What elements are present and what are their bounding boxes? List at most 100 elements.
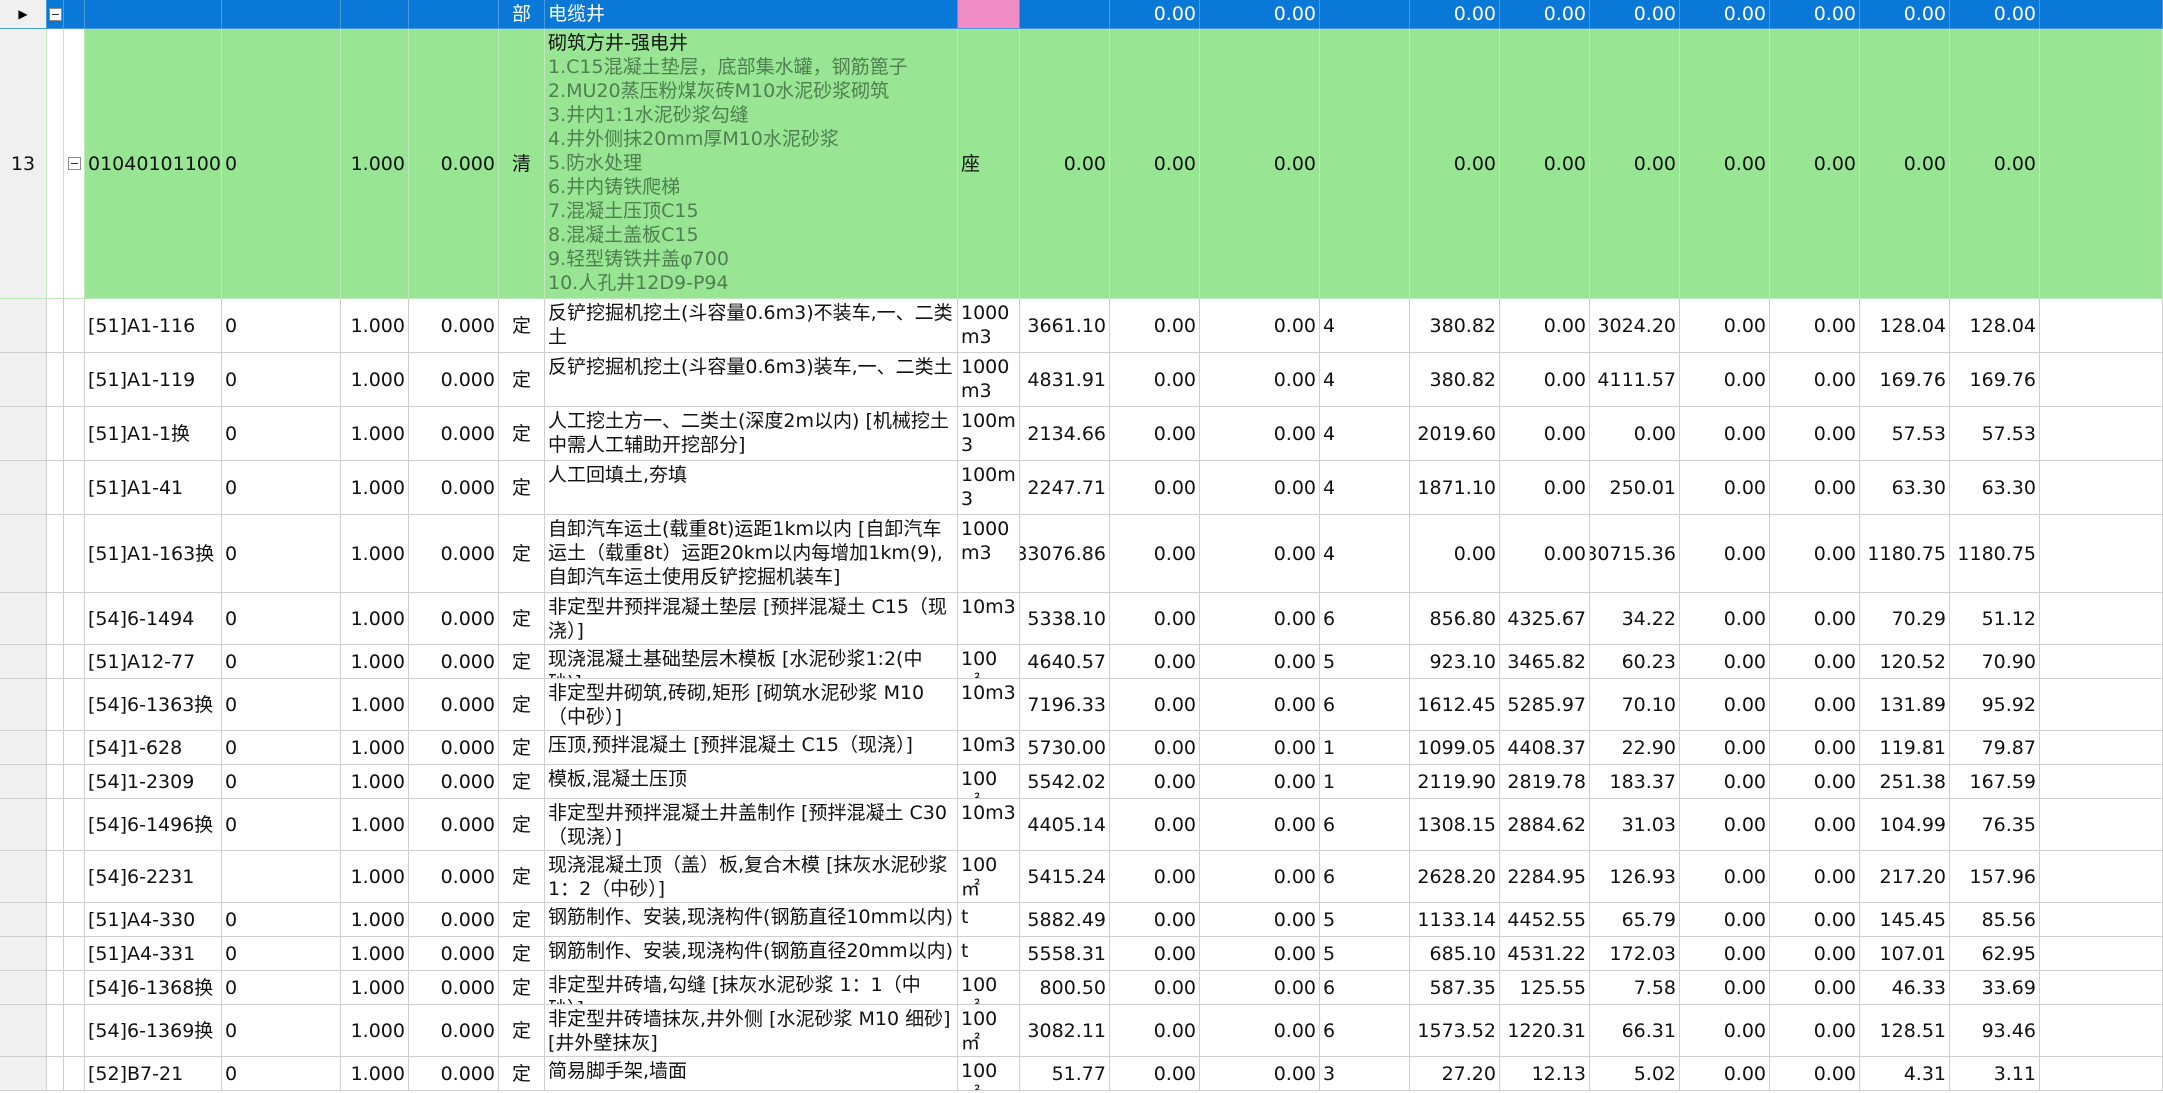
quota-row[interactable]: [54]6-1368换 0 1.000 0.000 定非定型井砖墙,勾缝 [抹灰水泥砂浆… [0, 971, 2163, 1005]
quota-code[interactable]: [54]6-1369换 [85, 1005, 222, 1057]
quantity[interactable]: 1.000 [341, 799, 409, 851]
labor-cost: 923.10 [1410, 645, 1500, 679]
collapse-icon[interactable] [67, 157, 81, 170]
quota-code[interactable]: [54]1-2309 [85, 765, 222, 799]
quota-row[interactable]: [51]A4-330 0 1.000 0.000 定钢筋制作、安装,现浇构件(钢筋直径1… [0, 903, 2163, 937]
quota-code[interactable]: [54]6-1496换 [85, 799, 222, 851]
quantity[interactable]: 1.000 [341, 937, 409, 971]
unit: 1000 m3 [958, 353, 1020, 407]
quota-row[interactable]: [51]A1-41 0 1.000 0.000 定人工回填土,夯填 100m 3 2247.… [0, 461, 2163, 515]
quota-row[interactable]: [54]1-230901.0000.000定模板,混凝土压顶100㎡5542.0… [0, 765, 2163, 799]
bill-item-row[interactable]: 13 010401011001 0 1.000 0.000 清砌筑方井-强电井 1.C15混… [0, 29, 2163, 299]
quota-description[interactable]: 现浇混凝土顶（盖）板,复合木模 [抹灰水泥砂浆 1：2（中砂）] [545, 851, 958, 903]
value-2: 0.00 [1200, 299, 1320, 353]
quota-description[interactable]: 自卸汽车运土(载重8t)运距1km以内 [自卸汽车运土（载重8t）运距20km以… [545, 515, 958, 593]
section-header-row[interactable]: ▶ 部电缆井 0.00 0.00 0.00 0.00 0.00 0.00 0.00 0.00 0.0… [0, 0, 2163, 29]
row-pointer-icon: ▶ [18, 7, 28, 21]
quota-description[interactable]: 反铲挖掘机挖土(斗容量0.6m3)不装车,一、二类土 [545, 299, 958, 353]
material-cost: 4531.22 [1500, 937, 1590, 971]
management-fee: 131.89 [1860, 679, 1950, 731]
quantity[interactable]: 1.000 [341, 679, 409, 731]
quota-row[interactable]: [54]6-2231 1.000 0.000 定现浇混凝土顶（盖）板,复合木模 [抹灰… [0, 851, 2163, 903]
quota-row[interactable]: [54]6-1494 0 1.000 0.000 定非定型井预拌混凝土垫层 [预拌混凝土… [0, 593, 2163, 645]
quota-code[interactable]: [51]A12-77 [85, 645, 222, 679]
quota-code[interactable]: [51]A1-1换 [85, 407, 222, 461]
quota-code[interactable]: [51]A1-163换 [85, 515, 222, 593]
quantity[interactable]: 1.000 [341, 461, 409, 515]
row-number [0, 903, 47, 937]
quota-description[interactable]: 现浇混凝土基础垫层木模板 [水泥砂浆1:2(中砂)] [545, 645, 958, 679]
quota-description[interactable]: 非定型井砖墙,勾缝 [抹灰水泥砂浆 1：1（中砂）] [545, 971, 958, 1005]
col-flag: 0 [222, 515, 341, 593]
quantity[interactable]: 1.000 [341, 731, 409, 765]
item-type: 定 [499, 353, 545, 407]
quota-code[interactable]: [54]6-1368换 [85, 971, 222, 1005]
quota-code[interactable]: [51]A4-330 [85, 903, 222, 937]
quantity[interactable]: 1.000 [341, 645, 409, 679]
quota-code[interactable]: [51]A1-41 [85, 461, 222, 515]
quantity[interactable]: 1.000 [341, 1057, 409, 1091]
machine-cost: 0.00 [1590, 407, 1680, 461]
quantity[interactable]: 1.000 [341, 353, 409, 407]
quota-code[interactable]: [52]B7-21 [85, 1057, 222, 1091]
quota-row[interactable]: [51]A12-77 0 1.000 0.000 定现浇混凝土基础垫层木模板 [水泥砂浆… [0, 645, 2163, 679]
tree-indent [47, 593, 64, 645]
quota-description[interactable]: 反铲挖掘机挖土(斗容量0.6m3)装车,一、二类土 [545, 353, 958, 407]
quantity[interactable]: 1.000 [341, 903, 409, 937]
quota-description[interactable]: 非定型井预拌混凝土垫层 [预拌混凝土 C15（现浇）] [545, 593, 958, 645]
quantity[interactable]: 1.000 [341, 29, 409, 299]
item-code[interactable]: 010401011001 [85, 29, 222, 299]
quota-description[interactable]: 模板,混凝土压顶 [545, 765, 958, 799]
quota-code[interactable]: [51]A4-331 [85, 937, 222, 971]
tree-indent [47, 299, 64, 353]
quota-description[interactable]: 压顶,预拌混凝土 [预拌混凝土 C15（现浇）] [545, 731, 958, 765]
quota-code[interactable]: [54]6-2231 [85, 851, 222, 903]
quantity[interactable]: 1.000 [341, 765, 409, 799]
quota-row[interactable]: [51]A1-1换 0 1.000 0.000 定人工挖土方一、二类土(深度2m以内) … [0, 407, 2163, 461]
quota-row[interactable]: [51]A1-163换 0 1.000 0.000 定自卸汽车运土(载重8t)运距1km… [0, 515, 2163, 593]
collapse-toggle[interactable] [64, 29, 85, 299]
quota-code[interactable]: [51]A1-119 [85, 353, 222, 407]
quota-description[interactable]: 非定型井预拌混凝土井盖制作 [预拌混凝土 C30（现浇）] [545, 799, 958, 851]
collapse-icon[interactable] [48, 7, 62, 21]
unit-price: 800.50 [1020, 971, 1110, 1005]
quota-description[interactable]: 钢筋制作、安装,现浇构件(钢筋直径20mm以内) [545, 937, 958, 971]
quota-code[interactable]: [54]1-628 [85, 731, 222, 765]
value-6: 0.00 [1680, 937, 1770, 971]
quota-code[interactable]: [51]A1-116 [85, 299, 222, 353]
col-quantity2: 0.000 [409, 731, 499, 765]
quota-description[interactable]: 简易脚手架,墙面 [545, 1057, 958, 1091]
quota-row[interactable]: [54]6-1496换 0 1.000 0.000 定非定型井预拌混凝土井盖制作 [预拌… [0, 799, 2163, 851]
quantity[interactable]: 1.000 [341, 1005, 409, 1057]
profit: 33.69 [1950, 971, 2040, 1005]
quota-code[interactable]: [54]6-1494 [85, 593, 222, 645]
col-flag: 0 [222, 353, 341, 407]
quantity[interactable]: 1.000 [341, 851, 409, 903]
quota-description[interactable]: 非定型井砖墙抹灰,井外侧 [水泥砂浆 M10 细砂] [井外壁抹灰] [545, 1005, 958, 1057]
quota-row[interactable]: [51]A1-116 0 1.000 0.000 定反铲挖掘机挖土(斗容量0.6m3)不… [0, 299, 2163, 353]
material-cost: 3465.82 [1500, 645, 1590, 679]
quantity[interactable]: 1.000 [341, 971, 409, 1005]
category-code: 5 [1320, 645, 1410, 679]
quantity[interactable]: 1.000 [341, 515, 409, 593]
quota-code[interactable]: [54]6-1363换 [85, 679, 222, 731]
quota-description[interactable]: 非定型井砌筑,砖砌,矩形 [砌筑水泥砂浆 M10（中砂）] [545, 679, 958, 731]
quota-row[interactable]: [51]A1-119 0 1.000 0.000 定反铲挖掘机挖土(斗容量0.6m3)装… [0, 353, 2163, 407]
quota-description[interactable]: 钢筋制作、安装,现浇构件(钢筋直径10mm以内) [545, 903, 958, 937]
quantity[interactable]: 1.000 [341, 407, 409, 461]
management-fee: 104.99 [1860, 799, 1950, 851]
item-description[interactable]: 砌筑方井-强电井 1.C15混凝土垫层，底部集水罐，钢筋篦子 2.MU20蒸压粉煤灰… [545, 29, 958, 299]
blank-cell [2040, 593, 2163, 645]
quota-row[interactable]: [54]1-628 0 1.000 0.000 定压顶,预拌混凝土 [预拌混凝土 C15… [0, 731, 2163, 765]
quota-row[interactable]: [52]B7-2101.0000.000定简易脚手架,墙面100㎡51.770.… [0, 1057, 2163, 1091]
header-blank-cell [85, 0, 222, 29]
quota-row[interactable]: [54]6-1363换 0 1.000 0.000 定非定型井砌筑,砖砌,矩形 [砌筑水… [0, 679, 2163, 731]
machine-cost: 30715.36 [1590, 515, 1680, 593]
quota-row[interactable]: [51]A4-331 0 1.000 0.000 定钢筋制作、安装,现浇构件(钢筋直径2… [0, 937, 2163, 971]
quantity[interactable]: 1.000 [341, 299, 409, 353]
quota-row[interactable]: [54]6-1369换 0 1.000 0.000 定非定型井砖墙抹灰,井外侧 [水泥砂… [0, 1005, 2163, 1057]
quantity[interactable]: 1.000 [341, 593, 409, 645]
quota-description[interactable]: 人工挖土方一、二类土(深度2m以内) [机械挖土中需人工辅助开挖部分] [545, 407, 958, 461]
quota-description[interactable]: 人工回填土,夯填 [545, 461, 958, 515]
collapse-toggle[interactable] [47, 0, 64, 29]
